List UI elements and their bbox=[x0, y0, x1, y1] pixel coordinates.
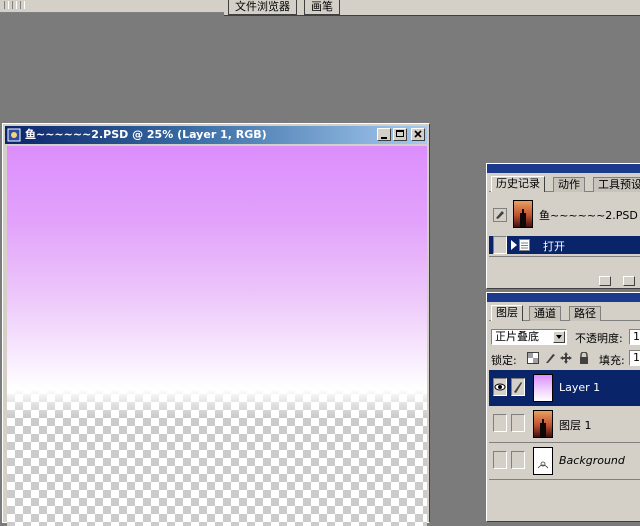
gradient-fill bbox=[7, 146, 427, 416]
layers-panel: 图层 通道 路径 正片叠底 不透明度: 10 锁定: 填充: 10 Layer … bbox=[486, 292, 640, 522]
layer-thumbnail bbox=[533, 447, 553, 475]
layer-thumbnail bbox=[533, 374, 553, 402]
new-document-icon[interactable] bbox=[623, 276, 635, 286]
chevron-down-icon[interactable] bbox=[553, 331, 565, 343]
lock-label: 锁定: bbox=[491, 354, 517, 367]
minimize-button[interactable] bbox=[377, 128, 391, 141]
link-toggle[interactable] bbox=[511, 451, 525, 469]
layer-row[interactable]: Background bbox=[489, 443, 640, 480]
photoshop-doc-icon bbox=[7, 128, 21, 142]
close-button[interactable] bbox=[411, 128, 425, 141]
tab-history[interactable]: 历史记录 bbox=[491, 176, 545, 192]
paintbrush-icon bbox=[514, 382, 522, 393]
tab-layers[interactable]: 图层 bbox=[491, 305, 523, 321]
document-title: 鱼~~~~~~2.PSD @ 25% (Layer 1, RGB) bbox=[25, 128, 267, 141]
layer-thumbnail bbox=[533, 410, 553, 438]
sketch-icon bbox=[537, 461, 549, 469]
history-brush-icon[interactable] bbox=[493, 208, 507, 222]
palette-well: 文件浏览器 画笔 bbox=[224, 0, 640, 16]
tab-tool-presets[interactable]: 工具预设 bbox=[593, 177, 640, 192]
panel-title-bar[interactable] bbox=[487, 293, 640, 302]
fill-input[interactable]: 10 bbox=[629, 350, 640, 366]
opacity-input[interactable]: 10 bbox=[629, 329, 640, 345]
visibility-toggle[interactable] bbox=[493, 378, 507, 396]
layer-row[interactable]: Layer 1 bbox=[489, 370, 640, 406]
silhouette-icon bbox=[520, 209, 526, 227]
history-state-marker-icon bbox=[511, 240, 517, 250]
tab-paths[interactable]: 路径 bbox=[569, 306, 601, 321]
tool-options-bar bbox=[0, 0, 224, 13]
document-window[interactable]: 鱼~~~~~~2.PSD @ 25% (Layer 1, RGB) bbox=[2, 123, 430, 526]
history-source-box[interactable] bbox=[493, 236, 507, 254]
silhouette-icon bbox=[540, 419, 546, 437]
link-toggle[interactable] bbox=[511, 414, 525, 432]
fill-label: 填充: bbox=[599, 354, 625, 367]
opacity-label: 不透明度: bbox=[575, 332, 623, 345]
document-canvas[interactable] bbox=[7, 146, 427, 526]
link-toggle[interactable] bbox=[511, 378, 525, 396]
blend-mode-select[interactable]: 正片叠底 bbox=[491, 329, 567, 345]
blend-mode-value: 正片叠底 bbox=[495, 330, 539, 343]
tab-actions[interactable]: 动作 bbox=[553, 177, 585, 192]
lock-transparency-icon[interactable] bbox=[527, 352, 539, 364]
history-tabs: 历史记录 动作 工具预设 bbox=[489, 176, 640, 192]
tab-channels[interactable]: 通道 bbox=[529, 306, 561, 321]
grip-icon bbox=[4, 1, 9, 9]
eye-icon bbox=[494, 383, 506, 391]
lock-brush-icon[interactable] bbox=[544, 352, 556, 364]
grip-icon bbox=[20, 1, 25, 9]
grip-icon bbox=[12, 1, 17, 9]
lock-all-icon[interactable] bbox=[579, 352, 589, 364]
snapshot-thumbnail bbox=[513, 200, 533, 228]
document-title-bar[interactable]: 鱼~~~~~~2.PSD @ 25% (Layer 1, RGB) bbox=[5, 126, 427, 144]
visibility-toggle[interactable] bbox=[493, 414, 507, 432]
lock-move-icon[interactable] bbox=[560, 352, 572, 364]
close-icon bbox=[414, 130, 422, 138]
layer-name[interactable]: Background bbox=[559, 454, 625, 467]
new-snapshot-icon[interactable] bbox=[599, 276, 611, 286]
layer-name[interactable]: Layer 1 bbox=[559, 381, 600, 394]
history-empty-area bbox=[489, 256, 640, 277]
tab-brushes[interactable]: 画笔 bbox=[304, 0, 340, 15]
history-step-open[interactable]: 打开 bbox=[489, 236, 640, 254]
tab-file-browser[interactable]: 文件浏览器 bbox=[228, 0, 297, 15]
visibility-toggle[interactable] bbox=[493, 451, 507, 469]
snapshot-label: 鱼~~~~~~2.PSD bbox=[539, 209, 638, 222]
history-step-label: 打开 bbox=[543, 240, 565, 253]
panel-title-bar[interactable] bbox=[487, 164, 640, 173]
layer-row[interactable]: 图层 1 bbox=[489, 406, 640, 443]
open-document-icon bbox=[519, 239, 530, 251]
history-snapshot[interactable]: 鱼~~~~~~2.PSD bbox=[489, 198, 640, 232]
maximize-button[interactable] bbox=[393, 128, 407, 141]
history-panel: 历史记录 动作 工具预设 鱼~~~~~~2.PSD 打开 bbox=[486, 163, 640, 289]
layer-name[interactable]: 图层 1 bbox=[559, 417, 592, 433]
layers-tabs: 图层 通道 路径 bbox=[489, 305, 640, 321]
